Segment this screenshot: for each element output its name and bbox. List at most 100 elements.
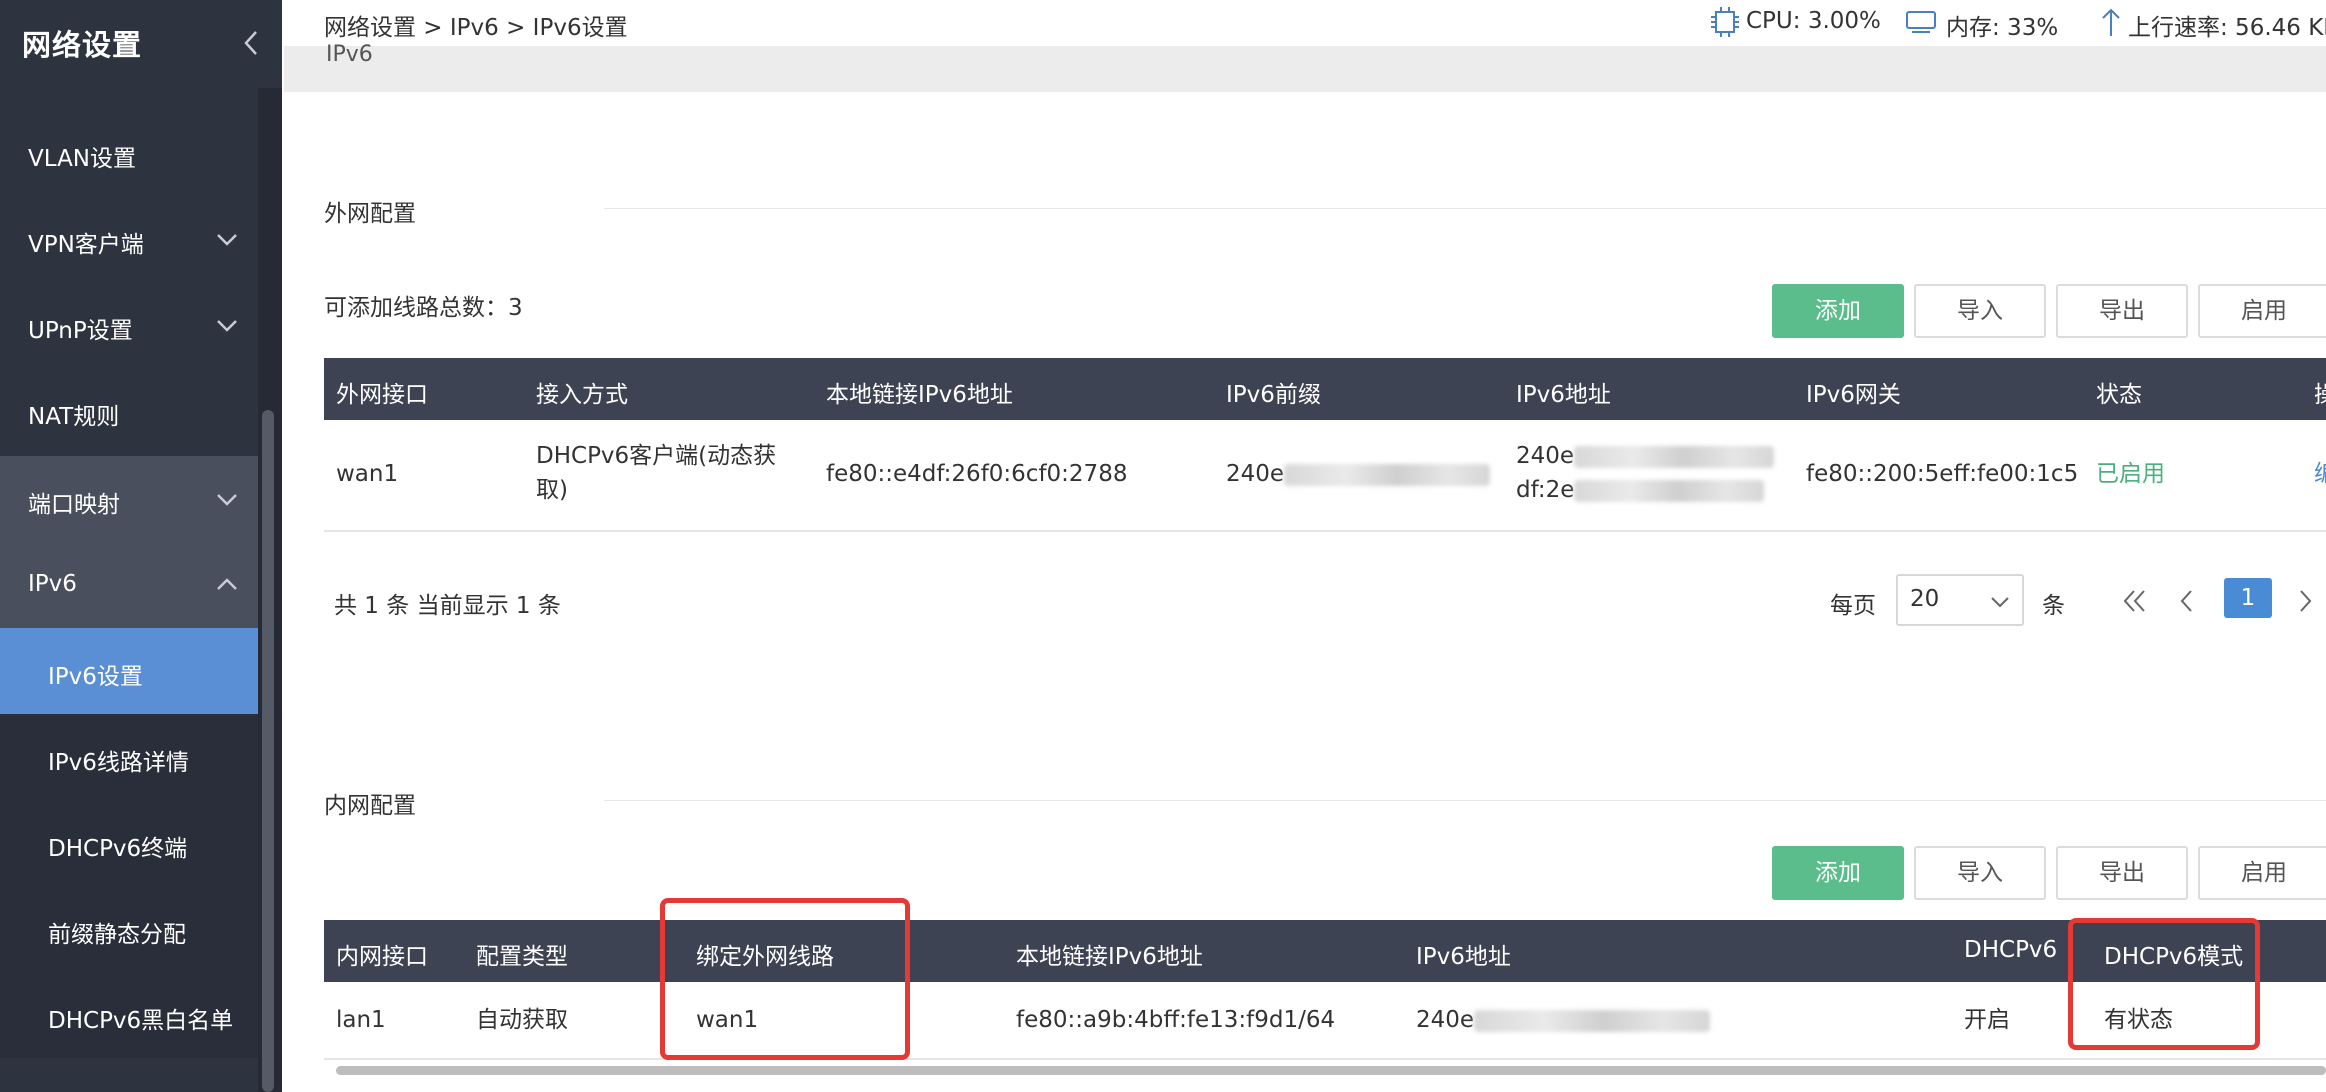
lan-add-button[interactable]: 添加	[1772, 846, 1904, 900]
status-badge: 已启用	[2096, 461, 2165, 487]
column-header[interactable]: IPv6地址	[1516, 375, 1611, 409]
wan-table-header: 外网接口 接入方式 本地链接IPv6地址 IPv6前缀 IPv6地址 IPv6网…	[324, 358, 2326, 420]
sidebar-header: 网络设置	[0, 0, 282, 88]
memory-icon	[1906, 11, 1936, 33]
redacted-blur	[1574, 479, 1765, 502]
sidebar-item-vpn-client[interactable]: VPN客户端	[0, 196, 258, 282]
column-header[interactable]: 操	[2314, 375, 2326, 409]
sidebar-item-dhcpv6-acl[interactable]: DHCPv6黑白名单	[0, 972, 258, 1058]
wan-prefix-text: 240e	[1226, 461, 1285, 487]
wan-enable-button[interactable]: 启用	[2198, 284, 2326, 338]
column-header[interactable]: 内网接口	[336, 937, 428, 971]
lan-enable-button[interactable]: 启用	[2198, 846, 2326, 900]
upload-rate: 上行速率: 56.46 KB	[2128, 15, 2326, 41]
sidebar-item-label: 前缀静态分配	[48, 922, 186, 948]
lan-type-cell: 自动获取	[476, 1007, 568, 1033]
column-header[interactable]: 接入方式	[536, 375, 628, 409]
sidebar-item-label: DHCPv6终端	[48, 836, 188, 862]
page-size-value: 20	[1910, 586, 1940, 612]
wan-linklocal-cell: fe80::e4df:26f0:6cf0:2788	[826, 461, 1128, 487]
lan-dhcp-cell: 开启	[1964, 1007, 2010, 1033]
pager-unit-label: 条	[2042, 593, 2065, 619]
sidebar-item-label: IPv6线路详情	[48, 750, 189, 776]
wan-section-divider	[604, 208, 2326, 209]
page-header-text: IPv6	[326, 42, 373, 67]
wan-export-button[interactable]: 导出	[2056, 284, 2188, 338]
sidebar-item-dhcpv6-clients[interactable]: DHCPv6终端	[0, 800, 258, 886]
lan-export-button[interactable]: 导出	[2056, 846, 2188, 900]
sidebar-item-label: DHCPv6黑白名单	[48, 1008, 234, 1034]
wan-addr-cell-line1: 240e	[1516, 440, 1775, 472]
wan-import-button[interactable]: 导入	[1914, 284, 2046, 338]
sidebar-title: 网络设置	[22, 28, 143, 62]
sidebar-item-label: VPN客户端	[28, 232, 144, 258]
edit-link[interactable]: 编	[2314, 458, 2326, 490]
wan-prefix-cell: 240e	[1226, 458, 1491, 490]
column-header[interactable]: 外网接口	[336, 375, 428, 409]
chevron-left-icon[interactable]	[236, 26, 266, 60]
column-header[interactable]: 本地链接IPv6地址	[826, 375, 1013, 409]
upload-arrow-icon	[2102, 8, 2120, 36]
lan-table-header: 内网接口 配置类型 绑定外网线路 本地链接IPv6地址 IPv6地址 DHCPv…	[324, 920, 2326, 982]
breadcrumb: 网络设置 > IPv6 > IPv6设置	[324, 15, 628, 41]
highlight-dhcpv6-mode-column	[2068, 918, 2260, 1050]
sidebar-item-label: IPv6	[28, 571, 77, 597]
pager-per-page-label: 每页	[1830, 593, 1876, 619]
table-row[interactable]: wan1 DHCPv6客户端(动态获 取) fe80::e4df:26f0:6c…	[324, 420, 2326, 532]
sidebar-item-label: VLAN设置	[28, 146, 137, 172]
wan-section-title: 外网配置	[324, 201, 416, 227]
sidebar-item-ipv6-settings[interactable]: IPv6设置	[0, 628, 258, 714]
sidebar-item-vlan[interactable]: VLAN设置	[0, 110, 258, 196]
column-header[interactable]: IPv6地址	[1416, 937, 1511, 971]
next-page-icon[interactable]	[2290, 586, 2320, 616]
chevron-down-icon	[217, 320, 237, 332]
wan-addr-cell-line2: df:2e	[1516, 474, 1765, 506]
redacted-blur	[1474, 1009, 1711, 1032]
column-header[interactable]: 配置类型	[476, 937, 568, 971]
highlight-bind-wan-column	[660, 898, 910, 1060]
chevron-up-icon	[217, 578, 237, 590]
wan-addr-text-2: df:2e	[1516, 477, 1575, 503]
wan-gateway-cell: fe80::200:5eff:fe00:1c5	[1806, 461, 2079, 487]
sidebar-item-nat-rules[interactable]: NAT规则	[0, 368, 258, 454]
cpu-icon	[1711, 7, 1739, 37]
chevron-down-icon	[217, 234, 237, 246]
sidebar-item-prefix-static[interactable]: 前缀静态分配	[0, 886, 258, 972]
column-header[interactable]: 本地链接IPv6地址	[1016, 937, 1203, 971]
wan-iface-cell: wan1	[336, 461, 399, 487]
first-page-icon[interactable]	[2120, 586, 2150, 616]
prev-page-icon[interactable]	[2172, 586, 2202, 616]
page-header-strip: IPv6	[284, 42, 2326, 92]
sidebar-item-label: UPnP设置	[28, 318, 133, 344]
horizontal-scrollbar[interactable]	[336, 1066, 2326, 1075]
lan-addr-cell: 240e	[1416, 1004, 1711, 1036]
column-header[interactable]: 状态	[2096, 375, 2142, 409]
column-header[interactable]: IPv6前缀	[1226, 375, 1321, 409]
sidebar-item-upnp[interactable]: UPnP设置	[0, 282, 258, 368]
memory-usage: 内存: 33%	[1946, 15, 2059, 41]
top-bar: 网络设置 > IPv6 > IPv6设置 CPU: 3.00% 内存: 33% …	[282, 0, 2326, 46]
sidebar-item-label: NAT规则	[28, 404, 120, 430]
lan-section-title: 内网配置	[324, 793, 416, 819]
column-header[interactable]: IPv6网关	[1806, 375, 1901, 409]
chevron-down-icon	[1991, 597, 2009, 608]
sidebar-item-port-mapping[interactable]: 端口映射	[0, 456, 258, 542]
lan-addr-text: 240e	[1416, 1007, 1475, 1033]
sidebar-item-label: 端口映射	[28, 492, 120, 518]
sidebar-item-label: IPv6设置	[48, 664, 143, 690]
lan-linklocal-cell: fe80::a9b:4bff:fe13:f9d1/64	[1016, 1007, 1336, 1033]
redacted-blur	[1574, 445, 1775, 468]
sidebar-item-ipv6[interactable]: IPv6	[0, 542, 258, 628]
chevron-down-icon	[217, 494, 237, 506]
page-size-select[interactable]: 20	[1896, 574, 2024, 626]
table-row[interactable]: lan1 自动获取 wan1 fe80::a9b:4bff:fe13:f9d1/…	[324, 982, 2326, 1060]
column-header[interactable]: DHCPv6	[1964, 937, 2057, 963]
wan-add-button[interactable]: 添加	[1772, 284, 1904, 338]
main-content: 外网配置 可添加线路总数：3 添加 导入 导出 启用 外网接口 接入方式 本地链…	[282, 92, 2326, 1092]
lan-import-button[interactable]: 导入	[1914, 846, 2046, 900]
sidebar-item-ipv6-line-details[interactable]: IPv6线路详情	[0, 714, 258, 800]
lan-section-divider	[604, 800, 2326, 801]
redacted-blur	[1284, 463, 1491, 486]
sidebar-scrollbar[interactable]	[262, 410, 274, 1092]
page-number-button[interactable]: 1	[2224, 578, 2272, 618]
